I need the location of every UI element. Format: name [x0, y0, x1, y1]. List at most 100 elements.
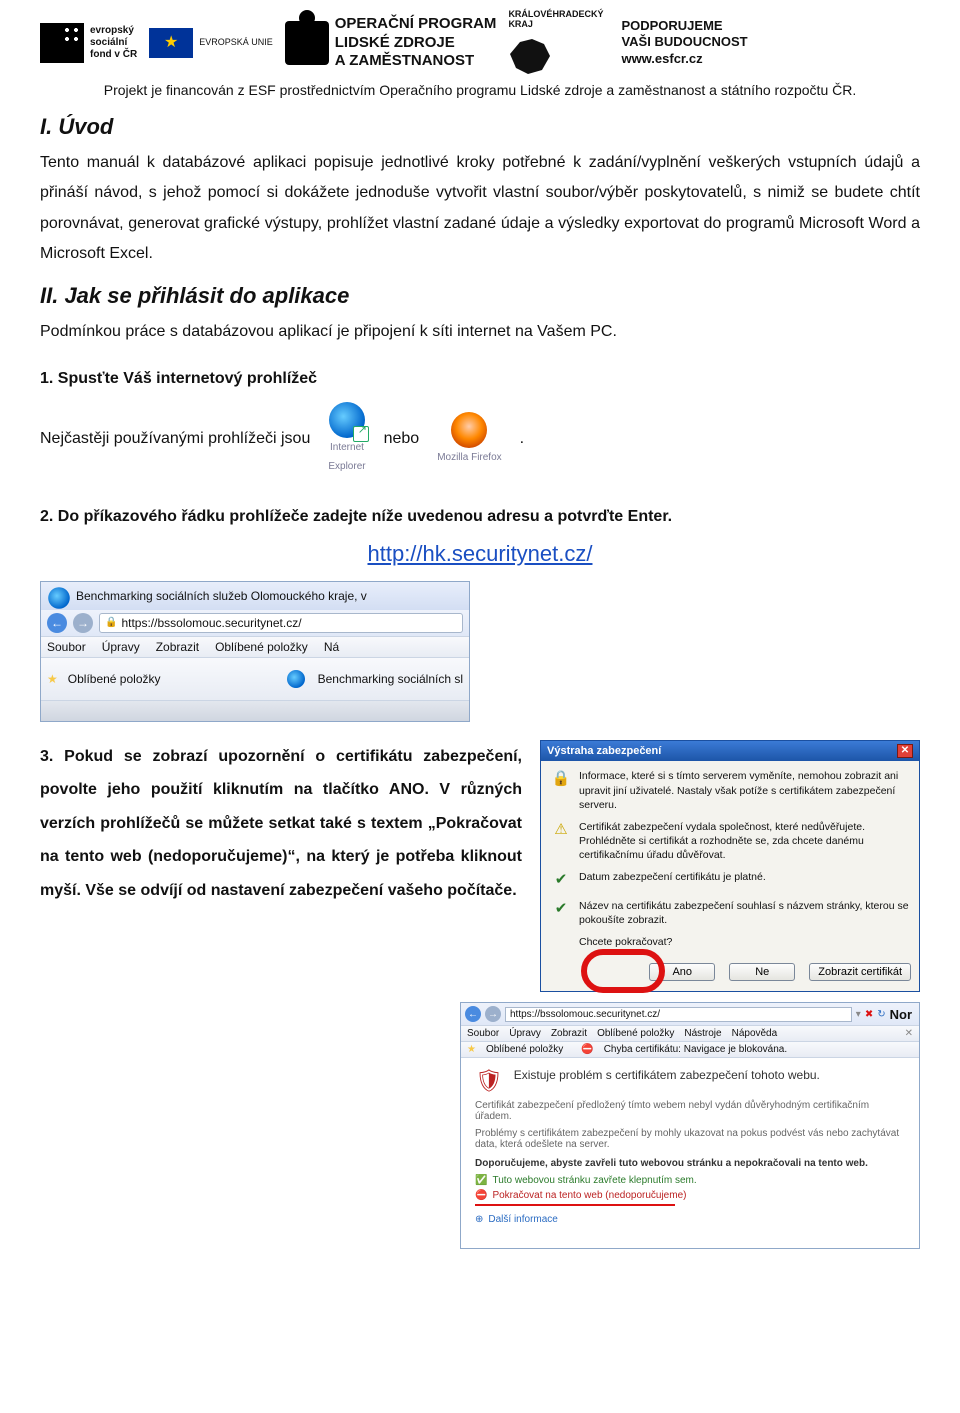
- step1-row: Nejčastěji používanými prohlížeči jsou I…: [40, 402, 920, 476]
- region-shape-icon: [508, 36, 552, 76]
- ie-icon-block: Internet Explorer: [328, 402, 365, 476]
- tab-favicon-icon: [287, 670, 305, 688]
- browser1-address-bar[interactable]: 🔒 https://bssolomouc.securitynet.cz/: [99, 613, 463, 633]
- dialog-row2: Certifikát zabezpečení vydala společnost…: [579, 820, 909, 863]
- ie-addr-bar: ← → https://bssolomouc.securitynet.cz/ ▾…: [461, 1003, 919, 1025]
- step2-url-link[interactable]: http://hk.securitynet.cz/: [40, 541, 920, 567]
- star-icon: ★: [47, 672, 58, 686]
- tab-label[interactable]: Benchmarking sociálních sl: [318, 672, 463, 686]
- menu-item[interactable]: Úpravy: [509, 1028, 541, 1039]
- ff-icon-label: Mozilla Firefox: [437, 448, 501, 467]
- support-lines: PODPORUJEME VAŠI BUDOUCNOST: [621, 18, 747, 52]
- ie-favicon-icon: [48, 587, 70, 609]
- firefox-icon: [451, 412, 487, 448]
- step1-text-c: .: [520, 424, 524, 454]
- ie-icon-label: Internet Explorer: [328, 438, 365, 476]
- browser1-address-text: https://bssolomouc.securitynet.cz/: [121, 616, 301, 630]
- ie-cert-more-link[interactable]: ⊕ Další informace: [475, 1214, 905, 1225]
- menu-item[interactable]: Nápověda: [732, 1028, 778, 1039]
- eu-logo: ★ EVROPSKÁ UNIE: [149, 28, 273, 58]
- browser1-titlebar: Benchmarking sociálních služeb Olomoucké…: [41, 582, 469, 610]
- ie-address-text: https://bssolomouc.securitynet.cz/: [510, 1009, 660, 1020]
- dialog-row1: Informace, které si s tímto serverem vym…: [579, 769, 909, 812]
- browser1-title-text: Benchmarking sociálních služeb Olomoucké…: [76, 589, 367, 603]
- menu-item[interactable]: Nástroje: [684, 1028, 721, 1039]
- warning-icon: ⚠: [551, 820, 571, 863]
- check-icon: ✔: [551, 870, 571, 890]
- support-block: PODPORUJEME VAŠI BUDOUCNOST www.esfcr.cz: [621, 18, 747, 69]
- check-icon: ✔: [551, 899, 571, 927]
- warn-shield-icon: ⛔: [475, 1190, 487, 1201]
- star-icon: ★: [467, 1044, 476, 1055]
- ie-cert-more-text: Další informace: [488, 1214, 557, 1225]
- menu-item[interactable]: Soubor: [467, 1028, 499, 1039]
- shield-error-icon: 🛡: [475, 1068, 503, 1094]
- chevron-circle-icon: ⊕: [475, 1214, 483, 1225]
- ie-icon: [329, 402, 365, 438]
- menu-item[interactable]: Ná: [324, 640, 339, 654]
- security-dialog: Výstraha zabezpečení ✕ 🔒 Informace, kter…: [540, 740, 920, 993]
- section-2-title: II. Jak se přihlásit do aplikace: [40, 283, 920, 309]
- esf-flag-icon: [40, 23, 84, 63]
- puzzle-icon: [285, 21, 329, 65]
- menu-item[interactable]: Oblíbené položky: [215, 640, 308, 654]
- ie-cert-close-link[interactable]: ✅ Tuto webovou stránku zavřete klepnutím…: [475, 1175, 905, 1186]
- browser1-favbar: ★ Oblíbené položky Benchmarking sociální…: [41, 658, 469, 701]
- ie-brand-text: Nor: [890, 1007, 915, 1022]
- menu-item[interactable]: Soubor: [47, 640, 86, 654]
- step1-text-b: nebo: [384, 424, 420, 454]
- ie-cert-close-text: Tuto webovou stránku zavřete klepnutím s…: [492, 1175, 696, 1186]
- region-label: KRÁLOVÉHRADECKÝ KRAJ: [508, 10, 603, 30]
- ie-cert-heading: Existuje problém s certifikátem zabezpeč…: [514, 1068, 820, 1082]
- ie-nav-back-button[interactable]: ←: [465, 1006, 481, 1022]
- dialog-close-button[interactable]: ✕: [897, 744, 913, 758]
- dialog-question: Chcete pokračovat?: [579, 935, 909, 949]
- dialog-titlebar: Výstraha zabezpečení ✕: [541, 741, 919, 762]
- step1-title: 1. Spusťte Váš internetový prohlížeč: [40, 364, 920, 394]
- esf-label: evropský sociální fond v ČR: [90, 25, 137, 61]
- red-underline-highlight-icon: [475, 1204, 675, 1206]
- eu-flag-icon: ★: [149, 28, 193, 58]
- lock-warning-icon: 🔒: [551, 769, 571, 812]
- lock-icon: 🔒: [105, 617, 117, 628]
- step1-text-a: Nejčastěji používanými prohlížeči jsou: [40, 424, 310, 454]
- menu-close-icon[interactable]: ✕: [905, 1028, 913, 1039]
- nav-forward-button[interactable]: →: [73, 613, 93, 633]
- ie-cert-continue-text: Pokračovat na tento web (nedoporučujeme): [492, 1190, 686, 1201]
- fav-label[interactable]: Oblíbené položky: [68, 672, 161, 686]
- section-1-para: Tento manuál k databázové aplikaci popis…: [40, 148, 920, 270]
- op-text: OPERAČNÍ PROGRAM LIDSKÉ ZDROJE A ZAMĚSTN…: [335, 15, 497, 71]
- ie-menubar: Soubor Úpravy Zobrazit Oblíbené položky …: [461, 1025, 919, 1042]
- dialog-showcert-button[interactable]: Zobrazit certifikát: [809, 963, 911, 981]
- section-2-para: Podmínkou práce s databázovou aplikací j…: [40, 317, 920, 347]
- section-1-title: I. Úvod: [40, 114, 920, 140]
- cert-error-favicon-icon: ⛔: [581, 1044, 593, 1055]
- ie-fav-label[interactable]: Oblíbené položky: [486, 1044, 563, 1055]
- menu-item[interactable]: Úpravy: [102, 640, 140, 654]
- step3-para: 3. Pokud se zobrazí upozornění o certifi…: [40, 740, 522, 908]
- ie-favbar: ★ Oblíbené položky ⛔ Chyba certifikátu: …: [461, 1042, 919, 1058]
- ie-tab-label[interactable]: Chyba certifikátu: Navigace je blokována…: [604, 1044, 787, 1055]
- ff-icon-block: Mozilla Firefox: [437, 412, 501, 467]
- support-url: www.esfcr.cz: [621, 51, 747, 68]
- ie-cert-body: 🛡 Existuje problém s certifikátem zabezp…: [461, 1058, 919, 1248]
- red-circle-highlight-icon: [581, 949, 665, 993]
- menu-item[interactable]: Zobrazit: [551, 1028, 587, 1039]
- nav-back-button[interactable]: ←: [47, 613, 67, 633]
- esf-logo: evropský sociální fond v ČR: [40, 23, 137, 63]
- dialog-row3: Datum zabezpečení certifikátu je platné.: [579, 870, 766, 890]
- menu-item[interactable]: Zobrazit: [156, 640, 199, 654]
- ie-address-field[interactable]: https://bssolomouc.securitynet.cz/: [505, 1007, 852, 1022]
- check-shield-icon: ✅: [475, 1175, 487, 1186]
- dialog-no-button[interactable]: Ne: [729, 963, 795, 981]
- ie-cert-error-window: ← → https://bssolomouc.securitynet.cz/ ▾…: [460, 1002, 920, 1249]
- menu-item[interactable]: Oblíbené položky: [597, 1028, 674, 1039]
- ie-nav-forward-button[interactable]: →: [485, 1006, 501, 1022]
- dialog-row4: Název na certifikátu zabezpečení souhlas…: [579, 899, 909, 927]
- ie-cert-recommendation: Doporučujeme, abyste zavřeli tuto webovo…: [475, 1158, 905, 1169]
- header-logos: evropský sociální fond v ČR ★ EVROPSKÁ U…: [40, 10, 920, 76]
- browser1-toolbar-spacer: [41, 701, 469, 721]
- ie-cert-continue-link[interactable]: ⛔ Pokračovat na tento web (nedoporučujem…: [475, 1190, 905, 1203]
- dialog-title-text: Výstraha zabezpečení: [547, 744, 661, 759]
- ie-cert-p1: Certifikát zabezpečení předložený tímto …: [475, 1100, 905, 1122]
